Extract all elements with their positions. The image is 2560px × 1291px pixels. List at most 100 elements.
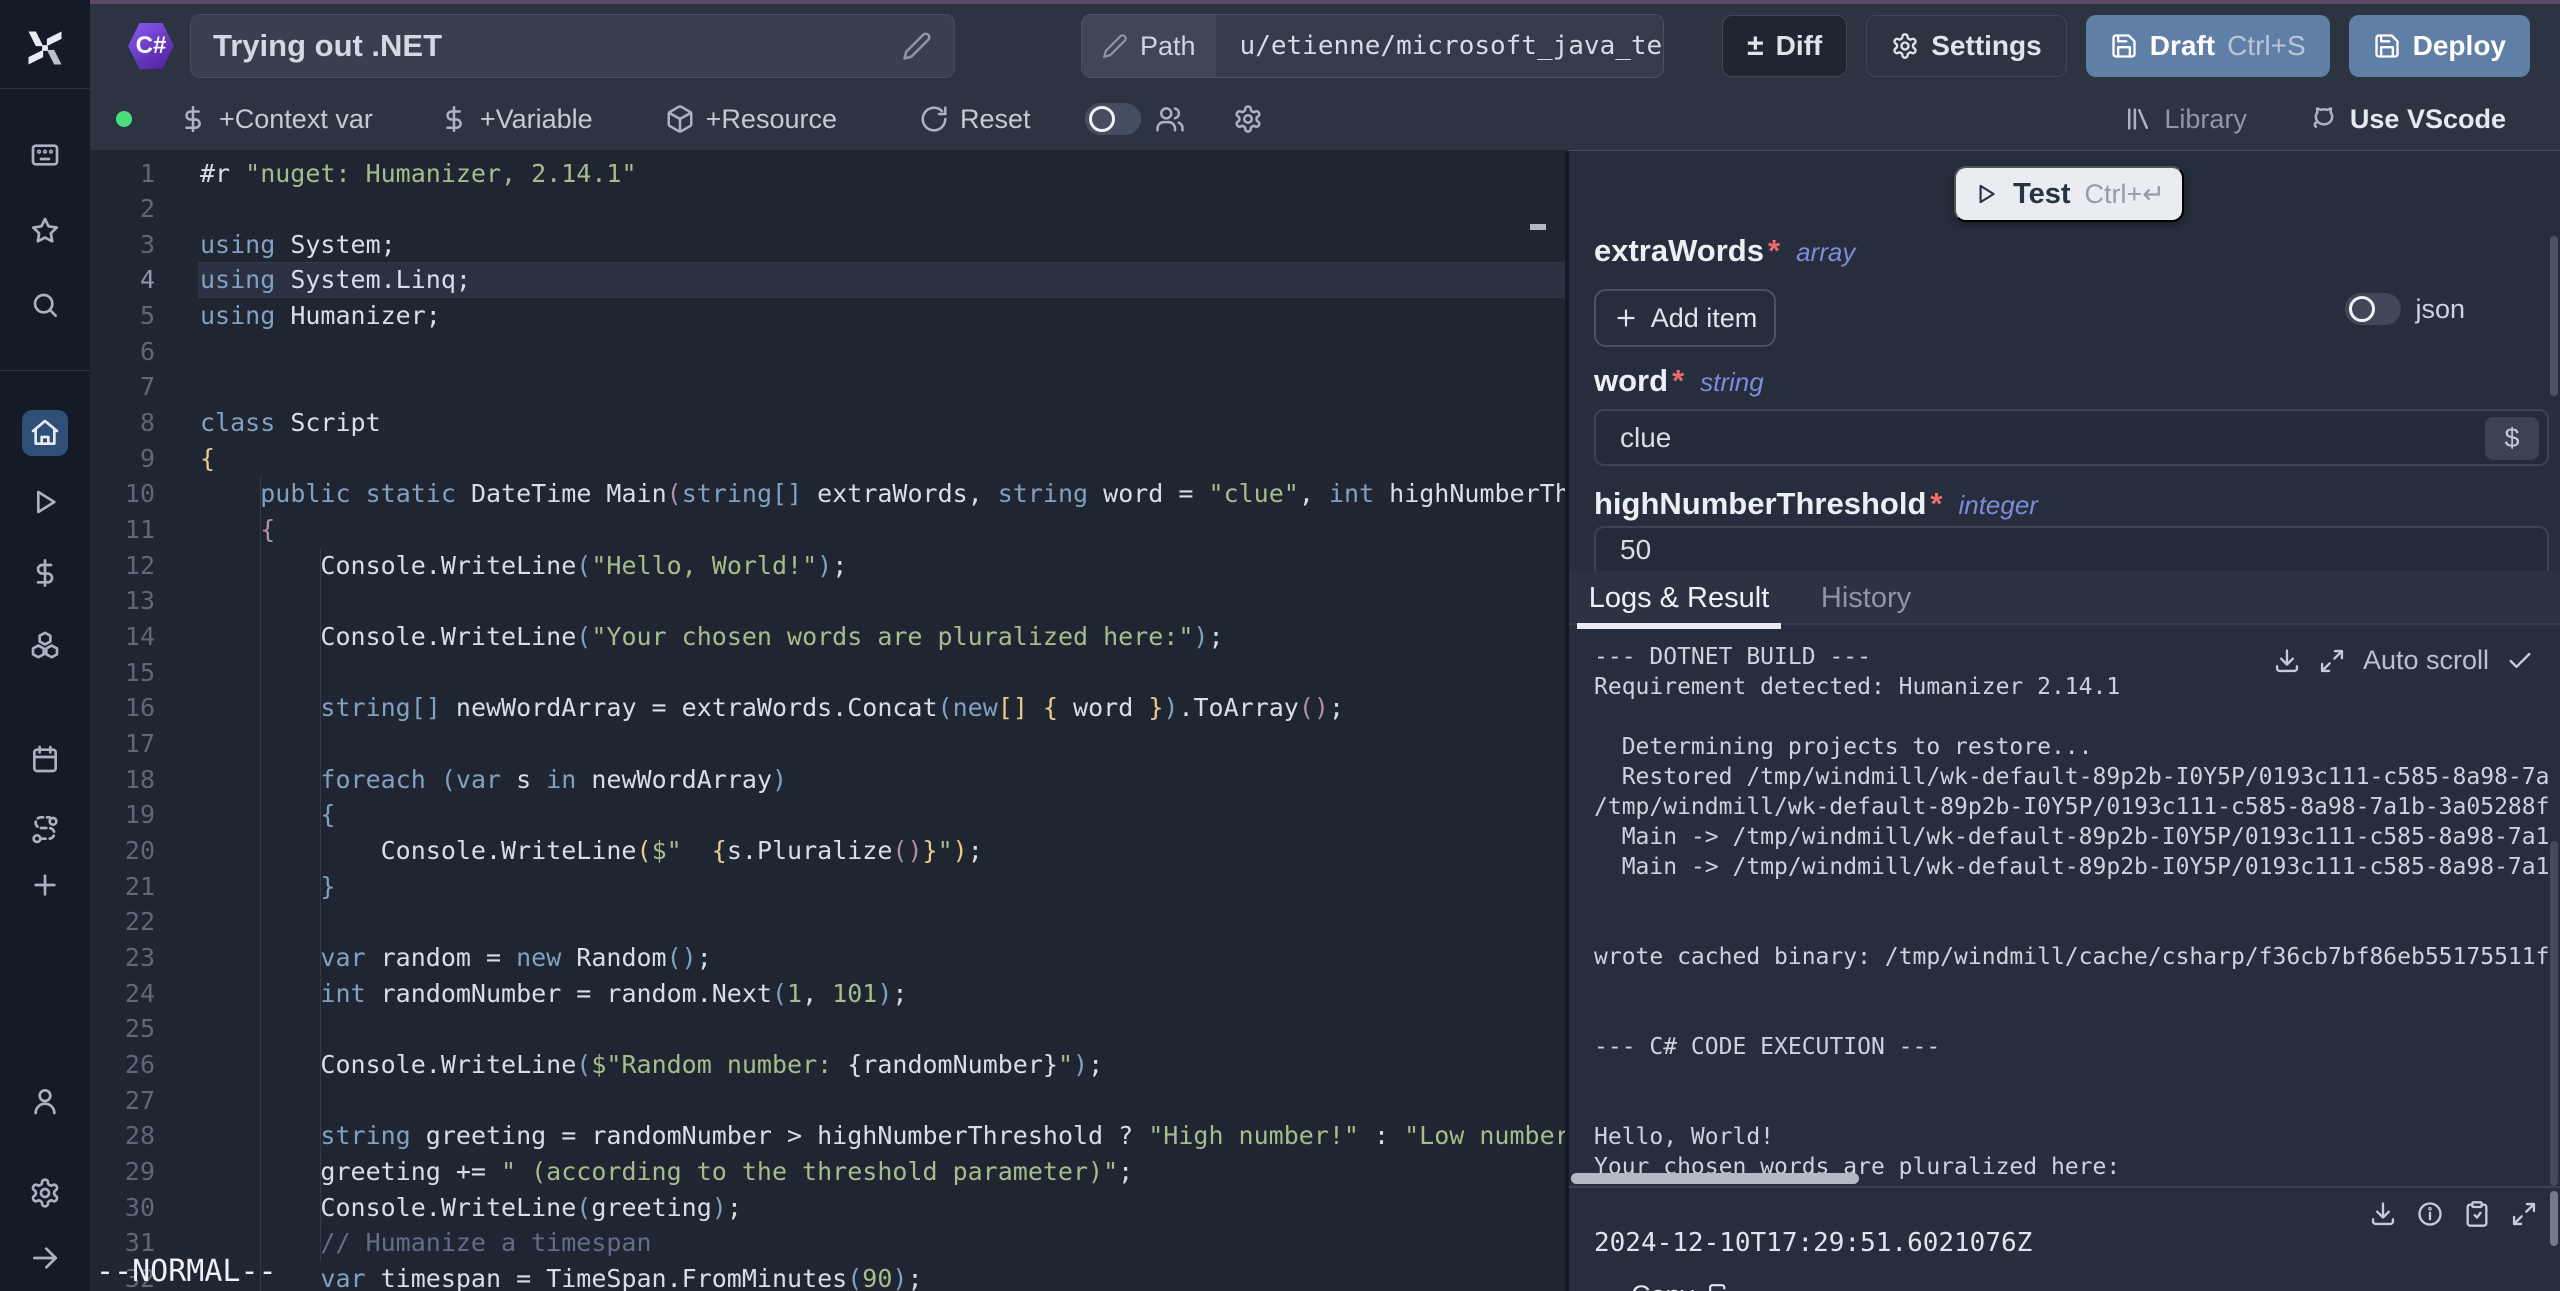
json-toggle[interactable] [2345,293,2401,325]
assistant-toggle[interactable] [1085,103,1141,135]
line-number: 21 [90,872,155,901]
result-scrollbar-thumb[interactable] [2550,1191,2558,1246]
sidebar-item-gear[interactable] [22,1170,68,1216]
sidebar-item-calendar[interactable] [22,736,68,782]
tab-logs-result[interactable]: Logs & Result [1577,571,1781,625]
code-line-11[interactable]: 11 { [90,512,1565,548]
code-line-15[interactable]: 15 [90,654,1565,690]
overview-ruler-cursor-mark [1530,224,1546,230]
code-line-28[interactable]: 28 string greeting = randomNumber > high… [90,1118,1565,1154]
code-line-4[interactable]: 4using System.Linq; [90,262,1565,298]
test-shortcut: Ctrl+↵ [2085,179,2165,210]
code-text: foreach (var s in newWordArray) [200,765,1565,794]
code-line-14[interactable]: 14 Console.WriteLine("Your chosen words … [90,619,1565,655]
code-line-10[interactable]: 10 public static DateTime Main(string[] … [90,476,1565,512]
code-line-6[interactable]: 6 [90,333,1565,369]
settings-button[interactable]: Settings [1866,15,2066,77]
add-resource-button[interactable]: +Resource [665,104,837,135]
code-line-9[interactable]: 9{ [90,440,1565,476]
code-line-27[interactable]: 27 [90,1082,1565,1118]
json-toggle-row: json [2345,293,2465,325]
word-input[interactable]: clue $ [1594,409,2549,466]
sidebar-item-dollar[interactable] [22,550,68,596]
form-scrollbar-thumb[interactable] [2550,236,2558,396]
path-field[interactable]: Path u/etienne/microsoft_java_test [1081,14,1664,78]
log-line [1594,882,2548,912]
path-label-section[interactable]: Path [1082,15,1216,77]
auto-scroll-label[interactable]: Auto scroll [2363,645,2489,676]
code-line-26[interactable]: 26 Console.WriteLine($"Random number: {r… [90,1047,1565,1083]
run-panel: Test Ctrl+↵ extraWords* array Add item j… [1565,150,2560,1291]
code-line-22[interactable]: 22 [90,904,1565,940]
code-line-20[interactable]: 20 Console.WriteLine($" {s.Pluralize()}"… [90,833,1565,869]
code-text: string[] newWordArray = extraWords.Conca… [200,693,1565,722]
code-line-19[interactable]: 19 { [90,797,1565,833]
logs-scrollbar-thumb[interactable] [2550,841,2558,1186]
code-line-18[interactable]: 18 foreach (var s in newWordArray) [90,761,1565,797]
diff-button[interactable]: ± Diff [1722,15,1847,77]
code-line-16[interactable]: 16 string[] newWordArray = extraWords.Co… [90,690,1565,726]
sidebar-item-arrow-right[interactable] [22,1235,68,1281]
users-icon[interactable] [1155,104,1185,134]
code-line-13[interactable]: 13 [90,583,1565,619]
add-variable-button[interactable]: +Variable [439,104,593,135]
threshold-input[interactable]: 50 [1594,526,2549,571]
code-line-32[interactable]: 32 var timespan = TimeSpan.FromMinutes(9… [90,1260,1565,1291]
code-line-5[interactable]: 5using Humanizer; [90,298,1565,334]
use-vscode-button[interactable]: Use VScode [2309,104,2506,135]
download-icon[interactable] [2369,1200,2397,1228]
sidebar-item-route[interactable] [22,807,68,853]
sidebar [0,0,90,1291]
code-line-21[interactable]: 21 } [90,868,1565,904]
code-line-24[interactable]: 24 int randomNumber = random.Next(1, 101… [90,975,1565,1011]
line-number: 17 [90,729,155,758]
play-icon [29,486,61,518]
sidebar-item-play[interactable] [22,479,68,525]
sidebar-item-user[interactable] [22,1078,68,1124]
draft-button[interactable]: Draft Ctrl+S [2086,15,2330,77]
clipboard-icon[interactable] [2463,1200,2491,1228]
tab-history[interactable]: History [1801,571,1931,625]
sidebar-item-boxes[interactable] [22,622,68,668]
code-line-23[interactable]: 23 var random = new Random(); [90,940,1565,976]
tabs-bar: Logs & Result History [1569,571,2560,625]
edit-title-pencil-icon[interactable] [902,31,932,61]
code-line-1[interactable]: 1#r "nuget: Humanizer, 2.14.1" [90,155,1565,191]
info-icon[interactable] [2416,1200,2444,1228]
download-icon[interactable] [2273,647,2301,675]
log-line: /tmp/windmill/wk-default-89p2b-I0Y5P/019… [1594,792,2548,822]
code-line-25[interactable]: 25 [90,1011,1565,1047]
library-button[interactable]: Library [2123,104,2247,135]
sidebar-item-star[interactable] [22,208,68,254]
logs-pane[interactable]: --- DOTNET BUILD ---Requirement detected… [1569,625,2560,1186]
sidebar-item-home[interactable] [22,410,68,456]
sidebar-item-search[interactable] [22,282,68,328]
insert-variable-button[interactable]: $ [2485,417,2539,460]
code-editor[interactable]: 1#r "nuget: Humanizer, 2.14.1"23using Sy… [90,150,1565,1291]
code-line-29[interactable]: 29 greeting += " (according to the thres… [90,1153,1565,1189]
windmill-logo[interactable] [23,26,67,70]
sidebar-item-apps[interactable] [22,132,68,178]
test-button[interactable]: Test Ctrl+↵ [1954,166,2184,222]
expand-icon[interactable] [2318,647,2346,675]
logs-horizontal-scrollbar[interactable] [1571,1173,1859,1184]
code-line-7[interactable]: 7 [90,369,1565,405]
code-line-3[interactable]: 3using System; [90,226,1565,262]
line-number: 20 [90,836,155,865]
code-line-17[interactable]: 17 [90,726,1565,762]
code-line-30[interactable]: 30 Console.WriteLine(greeting); [90,1189,1565,1225]
code-line-8[interactable]: 8class Script [90,405,1565,441]
code-line-12[interactable]: 12 Console.WriteLine("Hello, World!"); [90,547,1565,583]
gear-icon[interactable] [1233,104,1263,134]
code-line-2[interactable]: 2 [90,191,1565,227]
path-value-section[interactable]: u/etienne/microsoft_java_test [1216,15,1663,77]
sidebar-item-plus[interactable] [22,862,68,908]
reset-button[interactable]: Reset [919,104,1031,135]
add-context-var-button[interactable]: +Context var [178,104,373,135]
script-title-input[interactable]: Trying out .NET [190,14,955,78]
expand-icon[interactable] [2510,1200,2538,1228]
copy-button[interactable]: Copy [1631,1280,1734,1291]
code-line-31[interactable]: 31 // Humanize a timespan [90,1225,1565,1261]
add-item-button[interactable]: Add item [1594,289,1776,347]
deploy-button[interactable]: Deploy [2349,15,2530,77]
